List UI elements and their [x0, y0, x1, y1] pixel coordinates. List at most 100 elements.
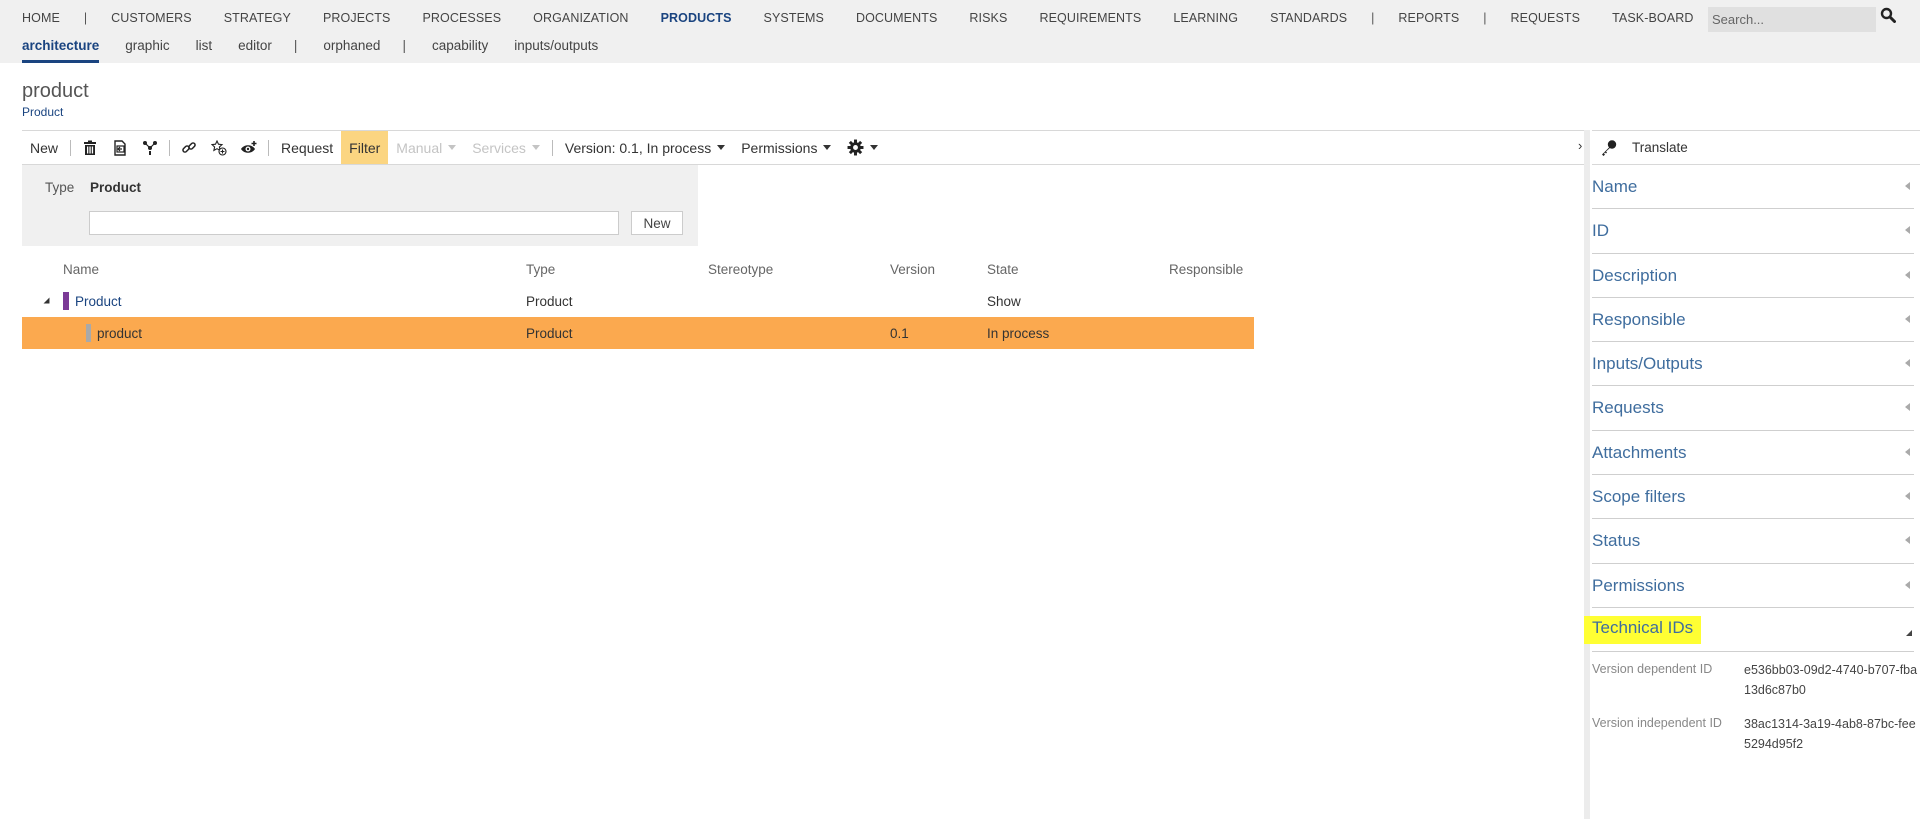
nav-item-products[interactable]: PRODUCTS — [661, 11, 732, 25]
nav-item-documents[interactable]: DOCUMENTS — [856, 11, 937, 25]
subnav-item-architecture[interactable]: architecture — [22, 38, 100, 63]
collapse-triangle-icon[interactable] — [43, 297, 50, 304]
nav-item-requirements[interactable]: REQUIREMENTS — [1039, 11, 1141, 25]
nav-item-standards[interactable]: STANDARDS — [1270, 11, 1347, 25]
subnav-item-inputs-outputs[interactable]: inputs/outputs — [514, 38, 598, 53]
link-icon[interactable] — [174, 131, 204, 164]
section-name[interactable]: Name — [1592, 165, 1914, 210]
section-title: Permissions — [1592, 575, 1685, 595]
favorite-add-icon[interactable] — [204, 131, 234, 164]
translate-button[interactable]: Translate — [1632, 140, 1688, 155]
subnav-item-list[interactable]: list — [196, 38, 213, 53]
id-value: e536bb03-09d2-4740-b707-fba13d6c87b0 — [1744, 663, 1918, 697]
column-header-type[interactable]: Type — [526, 253, 555, 285]
type-color-marker — [86, 324, 91, 342]
nav-item-task-board[interactable]: TASK-BOARD — [1612, 11, 1693, 25]
column-header-state[interactable]: State — [987, 253, 1019, 285]
subnav-item-editor[interactable]: editor — [238, 38, 272, 53]
section-scope-filters[interactable]: Scope filters — [1592, 475, 1914, 520]
table-row[interactable]: Product Product Show — [22, 285, 1254, 317]
key-icon[interactable] — [1600, 138, 1622, 158]
column-header-stereotype[interactable]: Stereotype — [708, 253, 773, 285]
details-panel: Translate Name ID Description Responsible In… — [1584, 130, 1920, 819]
section-title: Scope filters — [1592, 487, 1686, 507]
id-label: Version dependent ID — [1592, 662, 1713, 676]
section-title: Technical IDs — [1584, 615, 1702, 644]
section-technical-ids[interactable]: Technical IDs — [1584, 608, 1914, 653]
subnav-item-graphic[interactable]: graphic — [125, 38, 169, 53]
nav-item-learning[interactable]: LEARNING — [1173, 11, 1238, 25]
hierarchy-icon[interactable] — [135, 131, 165, 164]
version-label: Version: 0.1, In process — [564, 139, 712, 156]
collapsed-triangle-icon[interactable] — [1905, 359, 1910, 368]
filter-new-button[interactable]: New — [631, 211, 683, 235]
row-state-cell: In process — [987, 325, 1050, 341]
section-id[interactable]: ID — [1592, 209, 1914, 254]
collapsed-triangle-icon[interactable] — [1905, 447, 1910, 456]
section-inputs-outputs[interactable]: Inputs/Outputs — [1592, 342, 1914, 387]
nav-item-processes[interactable]: PROCESSES — [422, 11, 501, 25]
nav-item-strategy[interactable]: STRATEGY — [224, 11, 291, 25]
filter-name-input[interactable] — [89, 211, 619, 235]
type-label: Type — [45, 180, 75, 195]
version-dropdown[interactable]: Version: 0.1, In process — [557, 131, 733, 164]
import-icon[interactable] — [105, 131, 135, 164]
row-name-link[interactable]: product — [97, 326, 142, 341]
grid-header: Name Type Stereotype Version State Respo… — [22, 253, 1254, 285]
search-input[interactable] — [1708, 7, 1876, 32]
request-button[interactable]: Request — [273, 131, 341, 164]
filter-button[interactable]: Filter — [341, 131, 389, 164]
collapsed-triangle-icon[interactable] — [1905, 270, 1910, 279]
chevron-right-icon[interactable]: › — [1578, 138, 1582, 153]
trash-icon[interactable] — [75, 131, 105, 164]
collapsed-triangle-icon[interactable] — [1905, 182, 1910, 190]
section-permissions[interactable]: Permissions — [1592, 564, 1914, 608]
caret-down-icon — [823, 145, 832, 150]
row-type-cell: Product — [526, 325, 573, 341]
panel-splitter[interactable] — [1584, 130, 1590, 819]
manual-dropdown: Manual — [388, 131, 464, 164]
collapsed-triangle-icon[interactable] — [1905, 226, 1910, 235]
services-label: Services — [472, 139, 526, 156]
collapsed-triangle-icon[interactable] — [1905, 492, 1910, 501]
nav-item-home[interactable]: HOME — [22, 11, 60, 25]
collapsed-triangle-icon[interactable] — [1905, 536, 1910, 545]
page-subtitle-link[interactable]: Product — [22, 105, 63, 119]
services-dropdown: Services — [464, 131, 548, 164]
nav-item-projects[interactable]: PROJECTS — [323, 11, 390, 25]
settings-dropdown[interactable] — [839, 131, 886, 164]
section-status[interactable]: Status — [1592, 519, 1914, 564]
expanded-triangle-icon[interactable] — [1906, 629, 1912, 636]
subnav-item-orphaned[interactable]: orphaned — [323, 38, 380, 53]
collapsed-triangle-icon[interactable] — [1905, 403, 1910, 412]
nav-item-risks[interactable]: RISKS — [969, 11, 1007, 25]
nav-item-systems[interactable]: SYSTEMS — [764, 11, 824, 25]
collapsed-triangle-icon[interactable] — [1905, 580, 1910, 589]
section-attachments[interactable]: Attachments — [1592, 431, 1914, 476]
column-header-responsible[interactable]: Responsible — [1169, 253, 1243, 285]
nav-item-organization[interactable]: ORGANIZATION — [533, 11, 628, 25]
table-row-selected[interactable]: product Product 0.1 In process — [22, 317, 1254, 349]
watch-add-icon[interactable] — [234, 131, 264, 164]
column-header-name[interactable]: Name — [63, 253, 99, 285]
row-name-cell: product — [86, 317, 142, 349]
search-icon[interactable] — [1880, 7, 1900, 27]
section-requests[interactable]: Requests — [1592, 386, 1914, 431]
caret-down-icon — [448, 145, 457, 150]
nav-item-reports[interactable]: REPORTS — [1398, 11, 1459, 25]
nav-item-customers[interactable]: CUSTOMERS — [111, 11, 192, 25]
row-name-link[interactable]: Product — [75, 294, 122, 309]
details-toolbar: Translate — [1592, 130, 1920, 165]
section-responsible[interactable]: Responsible — [1592, 298, 1914, 343]
permissions-dropdown[interactable]: Permissions — [733, 131, 839, 164]
column-header-version[interactable]: Version — [890, 253, 935, 285]
toolbar-separator — [268, 139, 270, 156]
nav-item-requests[interactable]: REQUESTS — [1511, 11, 1581, 25]
section-description[interactable]: Description — [1592, 254, 1914, 298]
collapsed-triangle-icon[interactable] — [1905, 314, 1910, 323]
submenu-separator: | — [293, 38, 298, 53]
page-title: product — [22, 80, 89, 102]
row-type-cell: Product — [526, 293, 573, 309]
subnav-item-capability[interactable]: capability — [432, 38, 488, 53]
new-button[interactable]: New — [22, 131, 66, 164]
